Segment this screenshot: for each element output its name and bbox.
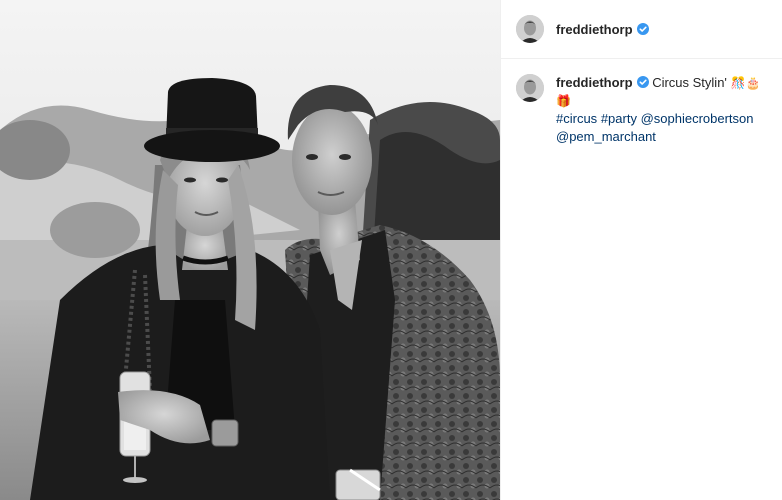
avatar-image — [516, 74, 544, 102]
post-header: freddiethorp — [501, 0, 782, 58]
verified-badge-icon — [636, 76, 649, 88]
cake-emoji-icon: 🎂 — [745, 76, 761, 90]
caption-message: Circus Stylin' — [652, 75, 727, 90]
caption-text: freddiethorp Circus Stylin' 🎊🎂🎁 #circus … — [556, 74, 774, 146]
confetti-emoji-icon: 🎊 — [730, 76, 746, 90]
header-divider — [501, 58, 782, 59]
mention-pem-marchant-link[interactable]: @pem_marchant — [556, 129, 656, 144]
caption-author-username[interactable]: freddiethorp — [556, 75, 633, 90]
photo-image — [0, 0, 500, 500]
avatar-image — [516, 15, 544, 43]
post-photo[interactable] — [0, 0, 500, 500]
hashtag-party-link[interactable]: #party — [601, 111, 637, 126]
gift-emoji-icon: 🎁 — [556, 94, 571, 108]
post-sidebar: freddiethorp freddiethorp Circus Stylin'… — [501, 0, 782, 500]
author-username[interactable]: freddiethorp — [556, 22, 633, 37]
mention-sophiecrobertson-link[interactable]: @sophiecrobertson — [641, 111, 754, 126]
caption-comment: freddiethorp Circus Stylin' 🎊🎂🎁 #circus … — [516, 74, 774, 146]
hashtag-circus-link[interactable]: #circus — [556, 111, 597, 126]
author-avatar[interactable] — [516, 15, 544, 43]
verified-badge-icon — [636, 23, 649, 35]
caption-author-avatar[interactable] — [516, 74, 544, 102]
